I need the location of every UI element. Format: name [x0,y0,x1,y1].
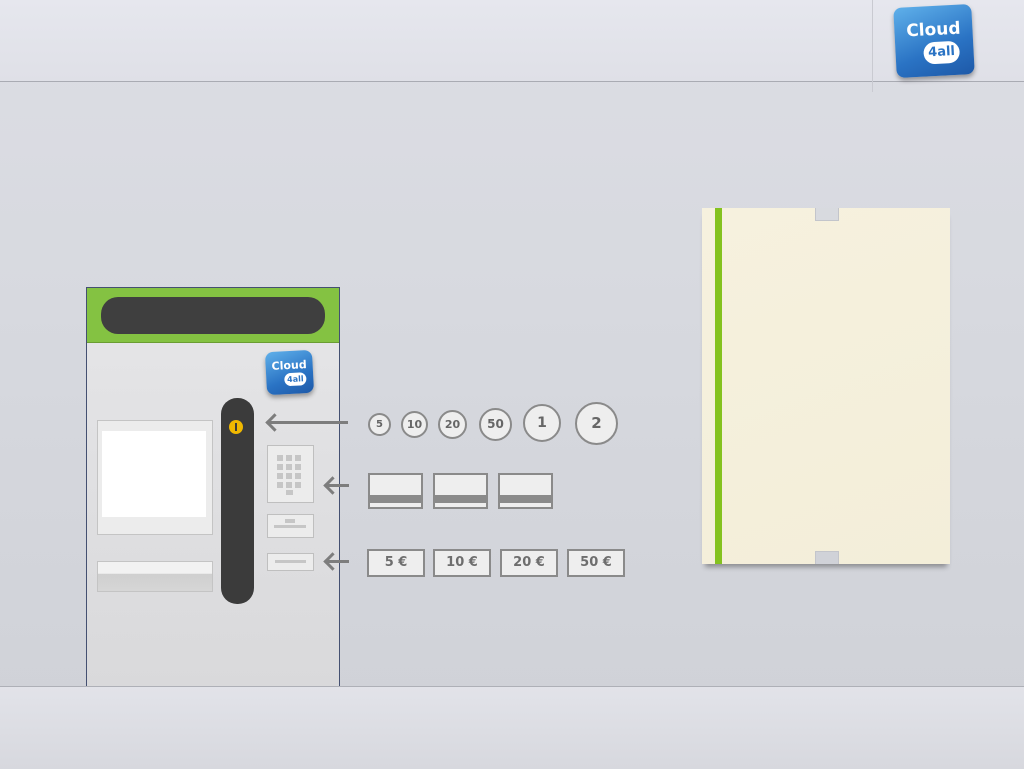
cloud4all-logo[interactable]: Cloud 4all [893,4,975,78]
payment-card[interactable] [368,473,423,509]
logo-subtext: 4all [923,40,961,65]
machine-screen-area[interactable] [102,431,206,517]
bottom-bar [0,686,1024,769]
banknote-10-euro[interactable]: 10 € [433,549,491,577]
machine-cloud4all-logo: Cloud 4all [264,349,315,396]
ticket-output-tray[interactable] [97,561,213,592]
logo-text: Cloud [271,358,307,373]
top-bar [0,0,1024,82]
logo-text: Cloud [905,18,962,42]
keypad-key[interactable] [286,455,292,461]
payment-card[interactable] [433,473,488,509]
machine-header [87,288,339,343]
coin-50-cent[interactable]: 50 [479,408,512,441]
card-pin-keypad[interactable] [267,445,314,503]
coin-slot-panel[interactable] [221,398,254,604]
payment-card[interactable] [498,473,553,509]
banknote-50-euro[interactable]: 50 € [567,549,625,577]
keypad-key[interactable] [286,490,293,495]
coin-1-euro[interactable]: 1 [523,404,561,442]
keypad-key[interactable] [286,473,292,479]
ticket-machine [86,287,340,687]
machine-screen[interactable] [97,420,213,535]
banknote-5-euro[interactable]: 5 € [367,549,425,577]
logo-subtext: 4all [284,372,307,387]
keypad-key[interactable] [295,473,301,479]
ticket-stripe [715,208,722,564]
keypad-key[interactable] [295,482,301,488]
keypad-key[interactable] [277,482,283,488]
keypad-key[interactable] [295,455,301,461]
machine-display [101,297,325,334]
ticket[interactable] [702,208,950,564]
keypad-key[interactable] [295,464,301,470]
coin-slot-icon[interactable] [229,420,243,434]
keypad-key[interactable] [277,464,283,470]
banknote-slot[interactable] [267,553,314,571]
banknote-20-euro[interactable]: 20 € [500,549,558,577]
ticket-notch [815,551,839,564]
keypad-key[interactable] [286,464,292,470]
keypad-key[interactable] [286,482,292,488]
keypad-keys[interactable] [277,455,303,489]
coin-2-euro[interactable]: 2 [575,402,618,445]
coin-20-cent[interactable]: 20 [438,410,467,439]
coin-5-cent[interactable]: 5 [368,413,391,436]
header-divider [872,0,873,92]
card-reader-slot[interactable] [267,514,314,538]
keypad-key[interactable] [277,473,283,479]
ticket-notch [815,208,839,221]
keypad-key[interactable] [277,455,283,461]
coin-10-cent[interactable]: 10 [401,411,428,438]
